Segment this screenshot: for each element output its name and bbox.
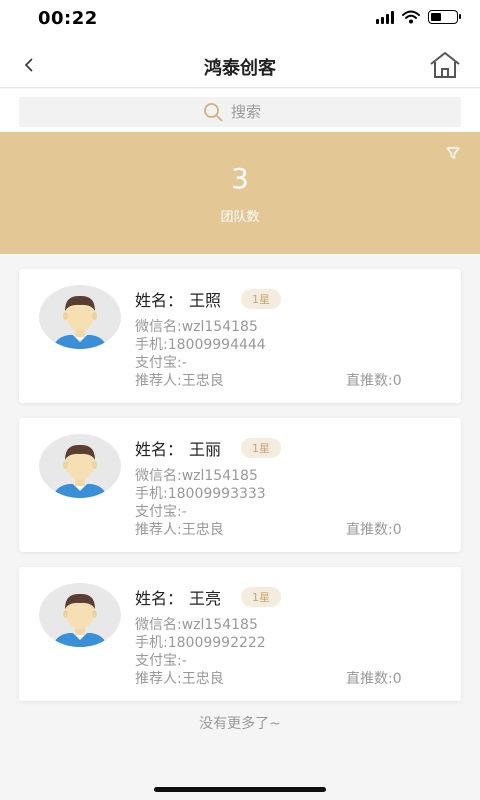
team-summary-banner: 3 团队数 xyxy=(0,132,480,254)
status-time: 00:22 xyxy=(38,8,98,29)
star-level-badge: 1星 xyxy=(241,587,282,607)
status-icons xyxy=(376,10,461,24)
alipay-account: 支付宝:- xyxy=(135,653,187,669)
wechat-name: 微信名:wzl154185 xyxy=(135,617,258,633)
no-more-text: 没有更多了~ xyxy=(199,716,281,732)
phone-number: 手机:18009994444 xyxy=(135,337,266,353)
home-indicator[interactable] xyxy=(154,787,326,792)
name-label: 姓名： xyxy=(135,291,184,310)
member-card[interactable]: 姓名： 王照 1星 微信名:wzl154185 手机:18009994444 支… xyxy=(19,269,461,403)
team-count-label: 团队数 xyxy=(220,210,260,225)
wechat-name: 微信名:wzl154185 xyxy=(135,468,258,484)
member-name: 王亮 xyxy=(189,589,222,608)
wechat-name: 微信名:wzl154185 xyxy=(135,319,258,335)
referrer: 推荐人:王忠良 xyxy=(135,373,224,389)
phone-number: 手机:18009993333 xyxy=(135,486,266,502)
alipay-account: 支付宝:- xyxy=(135,355,187,371)
home-button[interactable] xyxy=(428,50,462,80)
filter-icon[interactable] xyxy=(446,146,460,160)
member-name: 王丽 xyxy=(189,440,222,459)
member-card[interactable]: 姓名： 王丽 1星 微信名:wzl154185 手机:18009993333 支… xyxy=(19,418,461,552)
status-bar: 00:22 xyxy=(0,0,480,44)
name-row: 姓名： 王丽 1星 xyxy=(135,436,282,460)
referrer: 推荐人:王忠良 xyxy=(135,671,224,687)
search-icon xyxy=(204,103,223,122)
name-row: 姓名： 王照 1星 xyxy=(135,287,282,311)
name-label: 姓名： xyxy=(135,440,184,459)
star-level-badge: 1星 xyxy=(241,289,282,309)
search-box[interactable] xyxy=(19,97,461,127)
search-bar xyxy=(0,89,480,132)
direct-referral-count: 直推数:0 xyxy=(346,373,402,389)
page-title: 鸿泰创客 xyxy=(204,58,276,79)
nav-bar: 鸿泰创客 xyxy=(0,44,480,88)
name-label: 姓名： xyxy=(135,589,184,608)
wifi-icon xyxy=(402,10,420,24)
avatar xyxy=(39,285,121,349)
signal-icon xyxy=(376,10,394,24)
name-row: 姓名： 王亮 1星 xyxy=(135,585,282,609)
avatar xyxy=(39,434,121,498)
referrer: 推荐人:王忠良 xyxy=(135,522,224,538)
direct-referral-count: 直推数:0 xyxy=(346,671,402,687)
avatar xyxy=(39,583,121,647)
direct-referral-count: 直推数:0 xyxy=(346,522,402,538)
alipay-account: 支付宝:- xyxy=(135,504,187,520)
home-icon xyxy=(430,52,460,78)
battery-icon xyxy=(428,10,461,24)
member-name: 王照 xyxy=(189,291,222,310)
member-card[interactable]: 姓名： 王亮 1星 微信名:wzl154185 手机:18009992222 支… xyxy=(19,567,461,701)
star-level-badge: 1星 xyxy=(241,438,282,458)
team-count: 3 xyxy=(231,162,249,195)
phone-number: 手机:18009992222 xyxy=(135,635,266,651)
search-input[interactable] xyxy=(231,103,277,121)
